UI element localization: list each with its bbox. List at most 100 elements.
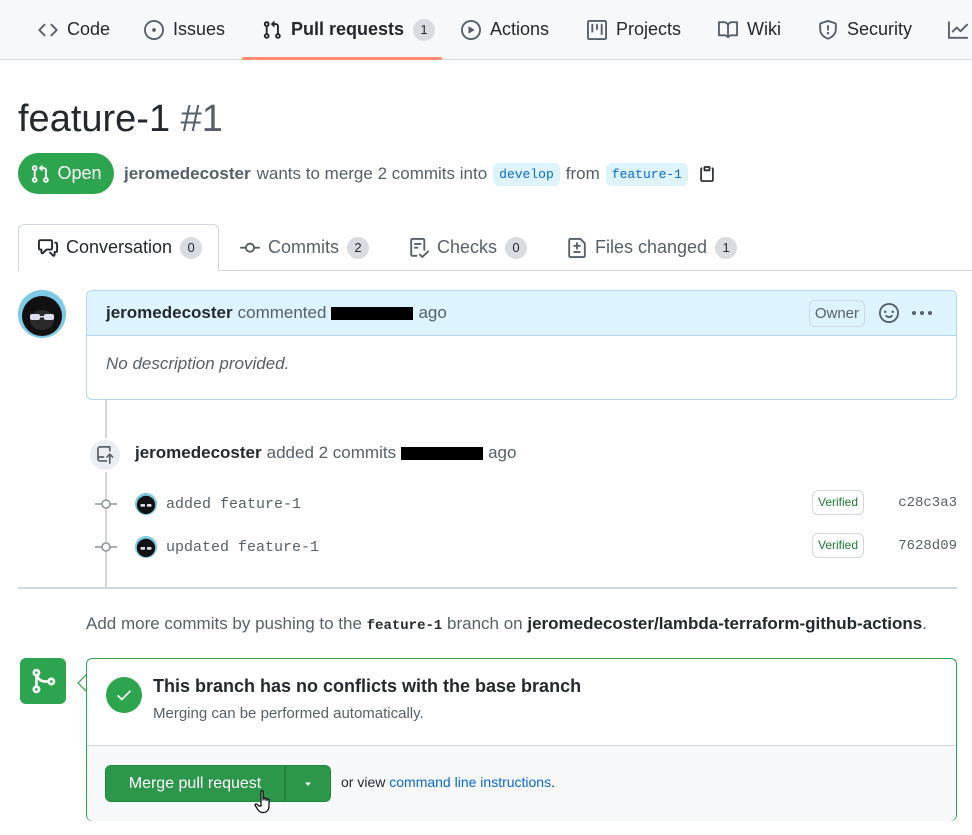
pr-number: #1	[180, 98, 223, 140]
avatar[interactable]	[135, 536, 157, 558]
redacted-timestamp	[331, 306, 414, 320]
triangle-down-icon	[305, 782, 311, 786]
merge-method-dropdown[interactable]	[285, 765, 331, 802]
tab-counter-conversation: 0	[180, 236, 203, 259]
nav-item-actions[interactable]: Actions	[461, 0, 549, 59]
nav-label-actions: Actions	[490, 19, 550, 39]
owner-badge: Owner	[808, 300, 865, 327]
git-commit-icon	[95, 499, 117, 509]
nav-label-security: Security	[847, 19, 913, 39]
event-author[interactable]: jeromedecoster	[135, 443, 262, 463]
push-hint-repo[interactable]: jeromedecoster/lambda-terraform-github-a…	[527, 614, 922, 633]
tab-label-files-changed: Files changed	[595, 237, 708, 257]
event-time-suffix: ago	[488, 443, 517, 462]
comment-time-suffix: ago	[418, 303, 447, 322]
graph-icon	[948, 20, 968, 39]
or-view-period: .	[551, 774, 555, 790]
pull-requests-counter: 1	[413, 18, 436, 41]
nav-item-wiki[interactable]: Wiki	[718, 0, 781, 59]
avatar-image-icon	[18, 290, 66, 338]
tab-label-conversation: Conversation	[66, 237, 173, 257]
kebab-horizontal-icon[interactable]	[910, 303, 934, 323]
pr-merge-text: wants to merge 2 commits into	[256, 164, 488, 183]
git-commit-icon	[240, 242, 260, 253]
tab-commits[interactable]: Commits 2	[240, 224, 369, 271]
commit-sha[interactable]: 7628d09	[898, 538, 957, 554]
tab-checks[interactable]: Checks 0	[409, 224, 528, 271]
pr-title-text: feature-1	[18, 98, 171, 140]
play-icon	[461, 19, 481, 40]
hand-cursor-icon	[254, 790, 270, 814]
merge-status-title: This branch has no conflicts with the ba…	[153, 676, 582, 696]
push-hint-suffix: .	[922, 614, 927, 633]
tab-conversation[interactable]: Conversation 0	[18, 224, 219, 271]
git-pull-request-icon	[263, 20, 281, 39]
nav-item-code[interactable]: Code	[38, 0, 110, 59]
head-branch-ref[interactable]: feature-1	[605, 162, 688, 186]
redacted-timestamp	[401, 446, 484, 460]
push-hint-branch: feature-1	[366, 618, 443, 634]
git-pull-request-icon	[32, 164, 50, 183]
nav-item-issues[interactable]: Issues	[144, 0, 225, 59]
comment-author[interactable]: jeromedecoster	[106, 303, 233, 323]
pr-author-link[interactable]: jeromedecoster	[124, 164, 251, 184]
git-commit-icon	[95, 542, 117, 552]
comment-action: commented	[237, 303, 327, 322]
active-tab-underline	[242, 57, 442, 60]
verified-badge[interactable]: Verified	[812, 490, 865, 515]
tab-counter-files-changed: 1	[715, 236, 738, 259]
push-hint: Add more commits by pushing to the featu…	[86, 614, 927, 634]
event-action: added 2 commits	[266, 443, 397, 462]
push-hint-prefix: Add more commits by pushing to the	[86, 614, 362, 633]
book-icon	[718, 20, 738, 38]
commits-added-event: jeromedecoster added 2 commits ago	[135, 443, 516, 463]
commit-message[interactable]: updated feature-1	[166, 539, 319, 556]
pr-meta: jeromedecoster wants to merge 2 commits …	[124, 160, 716, 188]
tab-counter-commits: 2	[347, 236, 369, 259]
nav-label-pull-requests: Pull requests	[291, 19, 405, 39]
commit-sha[interactable]: c28c3a3	[898, 495, 957, 511]
tab-files-changed[interactable]: Files changed 1	[567, 224, 738, 271]
table-icon	[587, 19, 607, 40]
pr-from-text: from	[565, 164, 600, 183]
issue-opened-icon	[144, 19, 164, 40]
page-title: feature-1 #1	[18, 96, 223, 142]
pr-state-label: Open	[57, 163, 102, 183]
nav-item-pull-requests[interactable]: Pull requests 1	[262, 0, 436, 59]
nav-item-projects[interactable]: Projects	[587, 0, 681, 59]
nav-label-wiki: Wiki	[747, 19, 781, 39]
code-icon	[38, 23, 58, 36]
checklist-icon	[410, 237, 429, 258]
tab-label-checks: Checks	[437, 237, 498, 257]
verified-badge[interactable]: Verified	[812, 533, 865, 558]
tab-counter-checks: 0	[505, 236, 528, 259]
copy-icon[interactable]	[698, 165, 716, 183]
merge-footer: Merge pull request or view command line …	[87, 745, 956, 821]
comment-body: No description provided.	[106, 354, 290, 373]
command-line-instructions-link[interactable]: command line instructions	[389, 774, 551, 790]
shield-icon	[819, 19, 837, 40]
or-view-text: or view command line instructions.	[341, 774, 555, 790]
avatar[interactable]	[18, 290, 66, 338]
git-merge-icon	[20, 658, 66, 704]
nav-label-projects: Projects	[616, 19, 682, 39]
merge-status-subtitle: Merging can be performed automatically.	[153, 705, 424, 722]
comment-box: jeromedecoster commented ago Owner No de…	[86, 290, 957, 400]
nav-item-insights[interactable]	[948, 0, 968, 59]
nav-item-security[interactable]: Security	[818, 0, 912, 59]
comment-discussion-icon	[38, 238, 58, 257]
push-hint-middle: branch on	[447, 614, 523, 633]
timeline-end-divider	[18, 587, 957, 589]
or-view-label: or view	[341, 774, 386, 790]
commit-message[interactable]: added feature-1	[166, 496, 301, 513]
check-icon	[106, 677, 142, 713]
avatar[interactable]	[135, 493, 157, 515]
commit-row: updated feature-1 Verified 7628d09	[95, 533, 957, 561]
nav-label-issues: Issues	[173, 19, 226, 39]
smiley-icon[interactable]	[879, 303, 899, 323]
base-branch-ref[interactable]: develop	[493, 162, 560, 186]
tab-label-commits: Commits	[268, 237, 339, 257]
comment-header: jeromedecoster commented ago Owner	[87, 291, 956, 336]
nav-label-code: Code	[67, 19, 111, 39]
commit-row: added feature-1 Verified c28c3a3	[95, 490, 957, 518]
